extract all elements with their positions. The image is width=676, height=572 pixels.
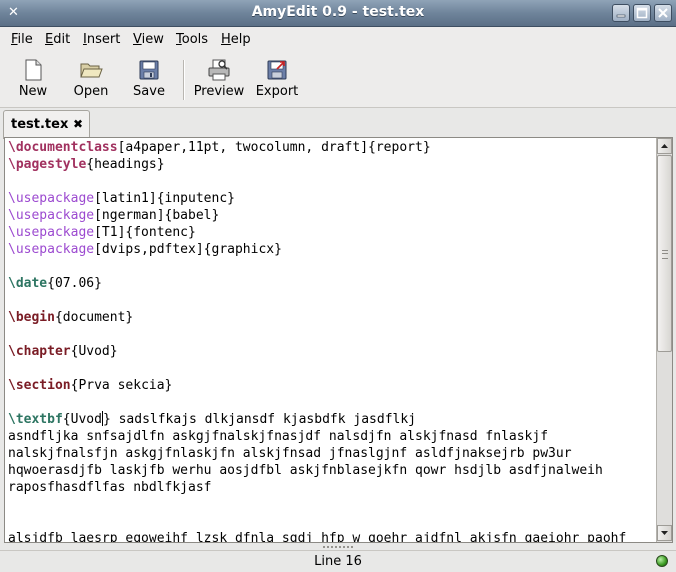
editor-line[interactable]: \usepackage[latin1]{inputenc} [8, 190, 235, 207]
editor-line[interactable]: \documentclass[a4paper,11pt, twocolumn, … [8, 139, 431, 156]
menu-edit[interactable]: Edit [45, 32, 70, 47]
text-segment: hqwoerasdjfb laskjfb werhu aosjdfbl askj… [8, 463, 603, 478]
latex-command: \usepackage [8, 225, 95, 240]
vertical-scrollbar[interactable] [656, 138, 672, 542]
open-label: Open [73, 84, 109, 99]
arrow-up-icon [661, 144, 668, 148]
thumb-grip [662, 250, 668, 259]
minimize-button[interactable] [612, 4, 630, 22]
text-segment: {headings} [86, 157, 165, 172]
text-segment: [latin1]{inputenc} [94, 191, 235, 206]
latex-command: \pagestyle [8, 157, 87, 172]
document-tabs: test.tex ✖ [0, 108, 676, 139]
toolbar: New Open Save Preview Export [0, 52, 676, 108]
window-title: AmyEdit 0.9 - test.tex [251, 4, 425, 20]
text-segment: asndfljka snfsajdlfn askgjfnalskjfnasjdf… [8, 429, 549, 444]
text-segment: raposfhasdflfas nbdlfkjasf [8, 480, 212, 495]
scroll-up-button[interactable] [657, 138, 672, 154]
editor-line[interactable]: hqwoerasdjfb laskjfb werhu aosjdfbl askj… [8, 462, 603, 479]
text-segment: [T1]{fontenc} [94, 225, 196, 240]
editor-line[interactable]: asndfljka snfsajdlfn askgjfnalskjfnasjdf… [8, 428, 548, 445]
maximize-icon [636, 7, 648, 19]
line-indicator: Line 16 [314, 554, 362, 569]
tab-test-tex[interactable]: test.tex ✖ [3, 110, 90, 139]
floppy-save-icon [139, 60, 159, 80]
menu-help[interactable]: Help [221, 32, 251, 47]
latex-command: \usepackage [8, 191, 95, 206]
close-button[interactable] [654, 4, 672, 22]
editor-line[interactable]: \date{07.06} [8, 275, 102, 292]
menu-tools[interactable]: Tools [176, 32, 208, 47]
editor-frame: \documentclass[a4paper,11pt, twocolumn, … [4, 137, 673, 543]
editor-line[interactable]: raposfhasdflfas nbdlfkjasf [8, 479, 212, 496]
editor-line[interactable]: \usepackage[dvips,pdftex]{graphicx} [8, 241, 282, 258]
arrow-down-icon [661, 531, 668, 535]
text-segment: } sadslfkajs dlkjansdf kjasbdfk jasdflkj [102, 412, 417, 427]
export-icon [267, 60, 287, 80]
text-segment: {07.06} [47, 276, 102, 291]
editor-line[interactable]: \section{Prva sekcia} [8, 377, 172, 394]
editor-line[interactable]: \usepackage[ngerman]{babel} [8, 207, 219, 224]
status-bar: Line 16 [0, 550, 676, 572]
editor-line[interactable]: alsjdfb laesrp eqoweihf lzsk dfnla sgdj … [8, 530, 626, 542]
menu-view[interactable]: View [133, 32, 164, 47]
text-editor[interactable]: \documentclass[a4paper,11pt, twocolumn, … [5, 138, 655, 542]
menu-insert[interactable]: Insert [83, 32, 120, 47]
tab-close-icon[interactable]: ✖ [73, 117, 83, 131]
latex-command: \documentclass [8, 140, 118, 155]
pane-resize-grip[interactable] [322, 545, 354, 549]
open-button[interactable]: Open [68, 56, 114, 104]
menu-bar: File Edit Insert View Tools Help [0, 27, 676, 52]
latex-command: \chapter [8, 344, 71, 359]
text-segment: {Uvod} [70, 344, 118, 359]
close-icon [658, 8, 668, 18]
text-segment: nalskjfnalsfjn askgjfnlaskjfn alskjfnsad… [8, 446, 572, 461]
tab-label: test.tex [11, 117, 69, 132]
save-label: Save [133, 84, 165, 99]
latex-command: \section [8, 378, 71, 393]
text-segment: alsjdfb laesrp eqoweihf lzsk dfnla sgdj … [8, 531, 627, 542]
title-bar[interactable]: ✕ AmyEdit 0.9 - test.tex [0, 0, 676, 27]
text-segment: [a4paper,11pt, twocolumn, draft]{report} [117, 140, 431, 155]
editor-line[interactable]: \pagestyle{headings} [8, 156, 165, 173]
latex-command: \usepackage [8, 242, 95, 257]
new-label: New [18, 84, 48, 99]
editor-line[interactable]: \textbf{Uvod} sadslfkajs dlkjansdf kjasb… [8, 411, 416, 428]
editor-line[interactable]: \chapter{Uvod} [8, 343, 118, 360]
latex-command: \textbf [8, 412, 63, 427]
latex-command: \usepackage [8, 208, 95, 223]
maximize-button[interactable] [633, 4, 651, 22]
save-button[interactable]: Save [126, 56, 172, 104]
text-segment: {Uvod [62, 412, 102, 427]
preview-button[interactable]: Preview [192, 56, 246, 104]
text-segment: [dvips,pdftex]{graphicx} [94, 242, 282, 257]
latex-command: \begin [8, 310, 55, 325]
text-segment: [ngerman]{babel} [94, 208, 220, 223]
latex-command: \date [8, 276, 48, 291]
new-button[interactable]: New [10, 56, 56, 104]
editor-line[interactable]: \begin{document} [8, 309, 133, 326]
export-button[interactable]: Export [253, 56, 301, 104]
new-document-icon [25, 59, 42, 81]
print-preview-icon [208, 59, 230, 81]
preview-label: Preview [193, 84, 245, 99]
editor-line[interactable]: nalskjfnalsfjn askgjfnlaskjfn alskjfnsad… [8, 445, 572, 462]
folder-open-icon [80, 63, 103, 78]
menu-file[interactable]: File [11, 32, 33, 47]
editor-line[interactable]: \usepackage[T1]{fontenc} [8, 224, 196, 241]
scroll-thumb[interactable] [657, 155, 672, 352]
text-segment: {document} [54, 310, 134, 325]
scroll-down-button[interactable] [657, 525, 672, 541]
text-segment: {Prva sekcia} [70, 378, 173, 393]
minimize-icon [616, 14, 626, 18]
toolbar-separator [183, 60, 185, 100]
export-label: Export [255, 84, 299, 99]
status-led-icon [656, 555, 668, 567]
